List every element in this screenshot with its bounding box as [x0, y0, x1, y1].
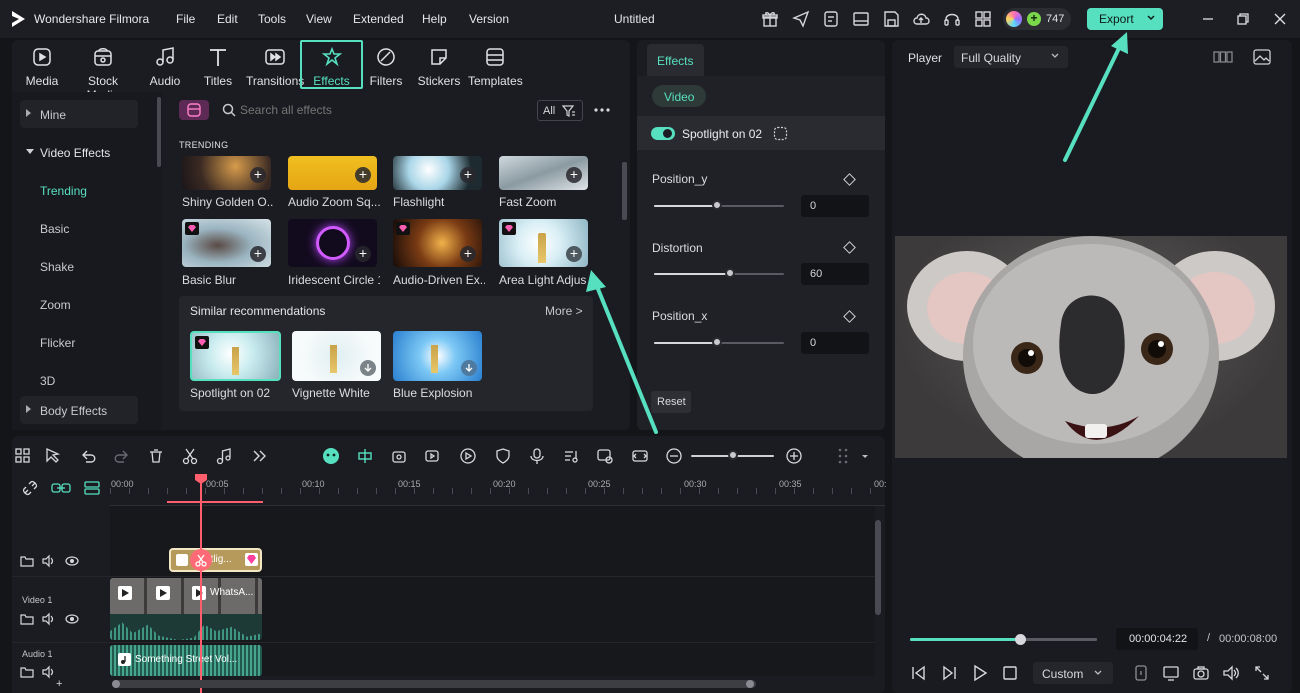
- arrow-to-effect-thumb: [586, 270, 658, 434]
- arrow-to-export: [1063, 32, 1128, 162]
- annotation-arrows: [586, 32, 1128, 434]
